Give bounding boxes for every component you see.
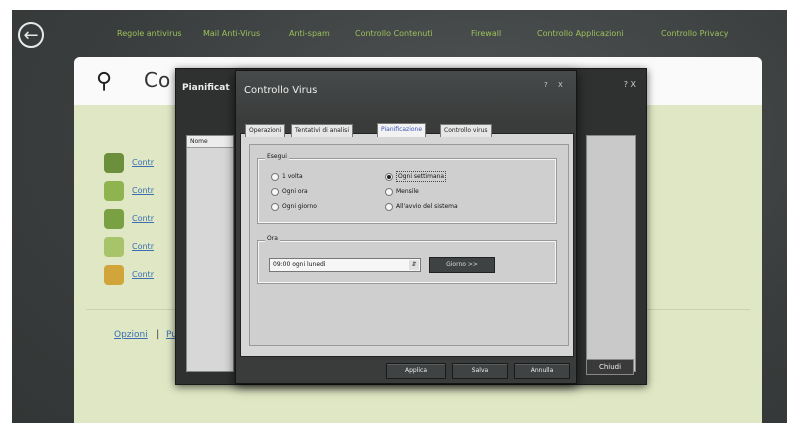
radio-button[interactable] (271, 203, 279, 211)
radio-button[interactable] (271, 188, 279, 196)
nav-item-mail-antivirus[interactable]: Mail Anti-Virus (203, 29, 260, 38)
radio-label: 1 volta (282, 173, 303, 180)
radio-label: Ogni settimana (396, 171, 447, 182)
tab-controllo-virus[interactable]: Controllo virus (440, 124, 492, 137)
dialog-title: Controllo Virus (244, 85, 318, 96)
list-item-label[interactable]: Contr (132, 214, 154, 223)
list-item-label[interactable]: Contr (132, 270, 154, 279)
radio-button[interactable] (385, 203, 393, 211)
group-ora-title: Ora (265, 235, 280, 242)
group-ora: Ora 09:00 ogni lunedì ⇵ Giorno >> (258, 235, 556, 283)
time-dropdown-value: 09:00 ogni lunedì (273, 261, 326, 268)
save-button[interactable]: Salva (452, 363, 508, 379)
virus-scan-dialog: Controllo Virus ? X Operazioni Tentativi… (235, 70, 577, 384)
planner-side-pane (586, 135, 636, 372)
list-item-label[interactable]: Contr (132, 242, 154, 251)
dialog-body: Operazioni Tentativi di analisi Pianific… (240, 123, 574, 357)
nav-item-controllo-applicazioni[interactable]: Controllo Applicazioni (537, 29, 624, 38)
radio-button-selected[interactable] (385, 173, 393, 181)
user-icon (104, 265, 124, 285)
help-button[interactable]: ? (544, 81, 548, 89)
planner-window-title: Pianificat (182, 83, 230, 93)
planner-window-controls[interactable]: ? X (624, 80, 636, 89)
opzioni-link[interactable]: Opzioni (114, 330, 148, 340)
day-button[interactable]: Giorno >> (429, 257, 495, 273)
nav-item-regole-antivirus[interactable]: Regole antivirus (117, 29, 182, 38)
close-icon[interactable]: X (558, 81, 563, 89)
globe-icon (104, 237, 124, 257)
back-arrow-icon[interactable]: ← (18, 22, 44, 48)
radio-button[interactable] (271, 173, 279, 181)
link-separator: | (156, 329, 160, 340)
group-esegui: Esegui 1 volta Ogni ora Ogni giorno Ogni… (258, 153, 556, 223)
nav-item-controllo-privacy[interactable]: Controllo Privacy (661, 29, 729, 38)
panel-title: Co (144, 68, 171, 92)
cancel-button[interactable]: Annulla (514, 363, 570, 379)
tab-content: Esegui 1 volta Ogni ora Ogni giorno Ogni… (249, 144, 569, 346)
nav-item-firewall[interactable]: Firewall (471, 29, 501, 38)
close-button[interactable]: Chiudi (586, 359, 634, 375)
list-item-label[interactable]: Contr (132, 186, 154, 195)
hand-icon (104, 209, 124, 229)
planner-list[interactable]: Nome (186, 135, 234, 372)
list-item-label[interactable]: Contr (132, 158, 154, 167)
tab-tentativi-di-analisi[interactable]: Tentativi di analisi (291, 124, 353, 137)
nav-item-controllo-contenuti[interactable]: Controllo Contenuti (355, 29, 433, 38)
dialog-titlebar: Controllo Virus ? X (236, 71, 576, 121)
radio-button[interactable] (385, 188, 393, 196)
screen: ← Regole antivirus Mail Anti-Virus Anti-… (12, 10, 787, 423)
radio-label: Mensile (396, 188, 419, 195)
tab-operazioni[interactable]: Operazioni (245, 124, 286, 137)
time-dropdown[interactable]: 09:00 ogni lunedì ⇵ (269, 258, 421, 272)
spinner-arrows-icon[interactable]: ⇵ (409, 260, 419, 270)
radio-label: Ogni ora (282, 188, 308, 195)
tab-pianificazione[interactable]: Pianificazione (377, 123, 427, 137)
column-header-nome[interactable]: Nome (187, 136, 233, 148)
radio-label: All'avvio del sistema (396, 203, 458, 210)
shield-bug-icon (104, 153, 124, 173)
radio-label: Ogni giorno (282, 203, 317, 210)
group-esegui-title: Esegui (265, 153, 289, 160)
magnifier-icon: ⚲ (96, 69, 113, 94)
nav-item-antispam[interactable]: Anti-spam (289, 29, 330, 38)
apply-button[interactable]: Applica (386, 363, 446, 379)
mail-icon (104, 181, 124, 201)
